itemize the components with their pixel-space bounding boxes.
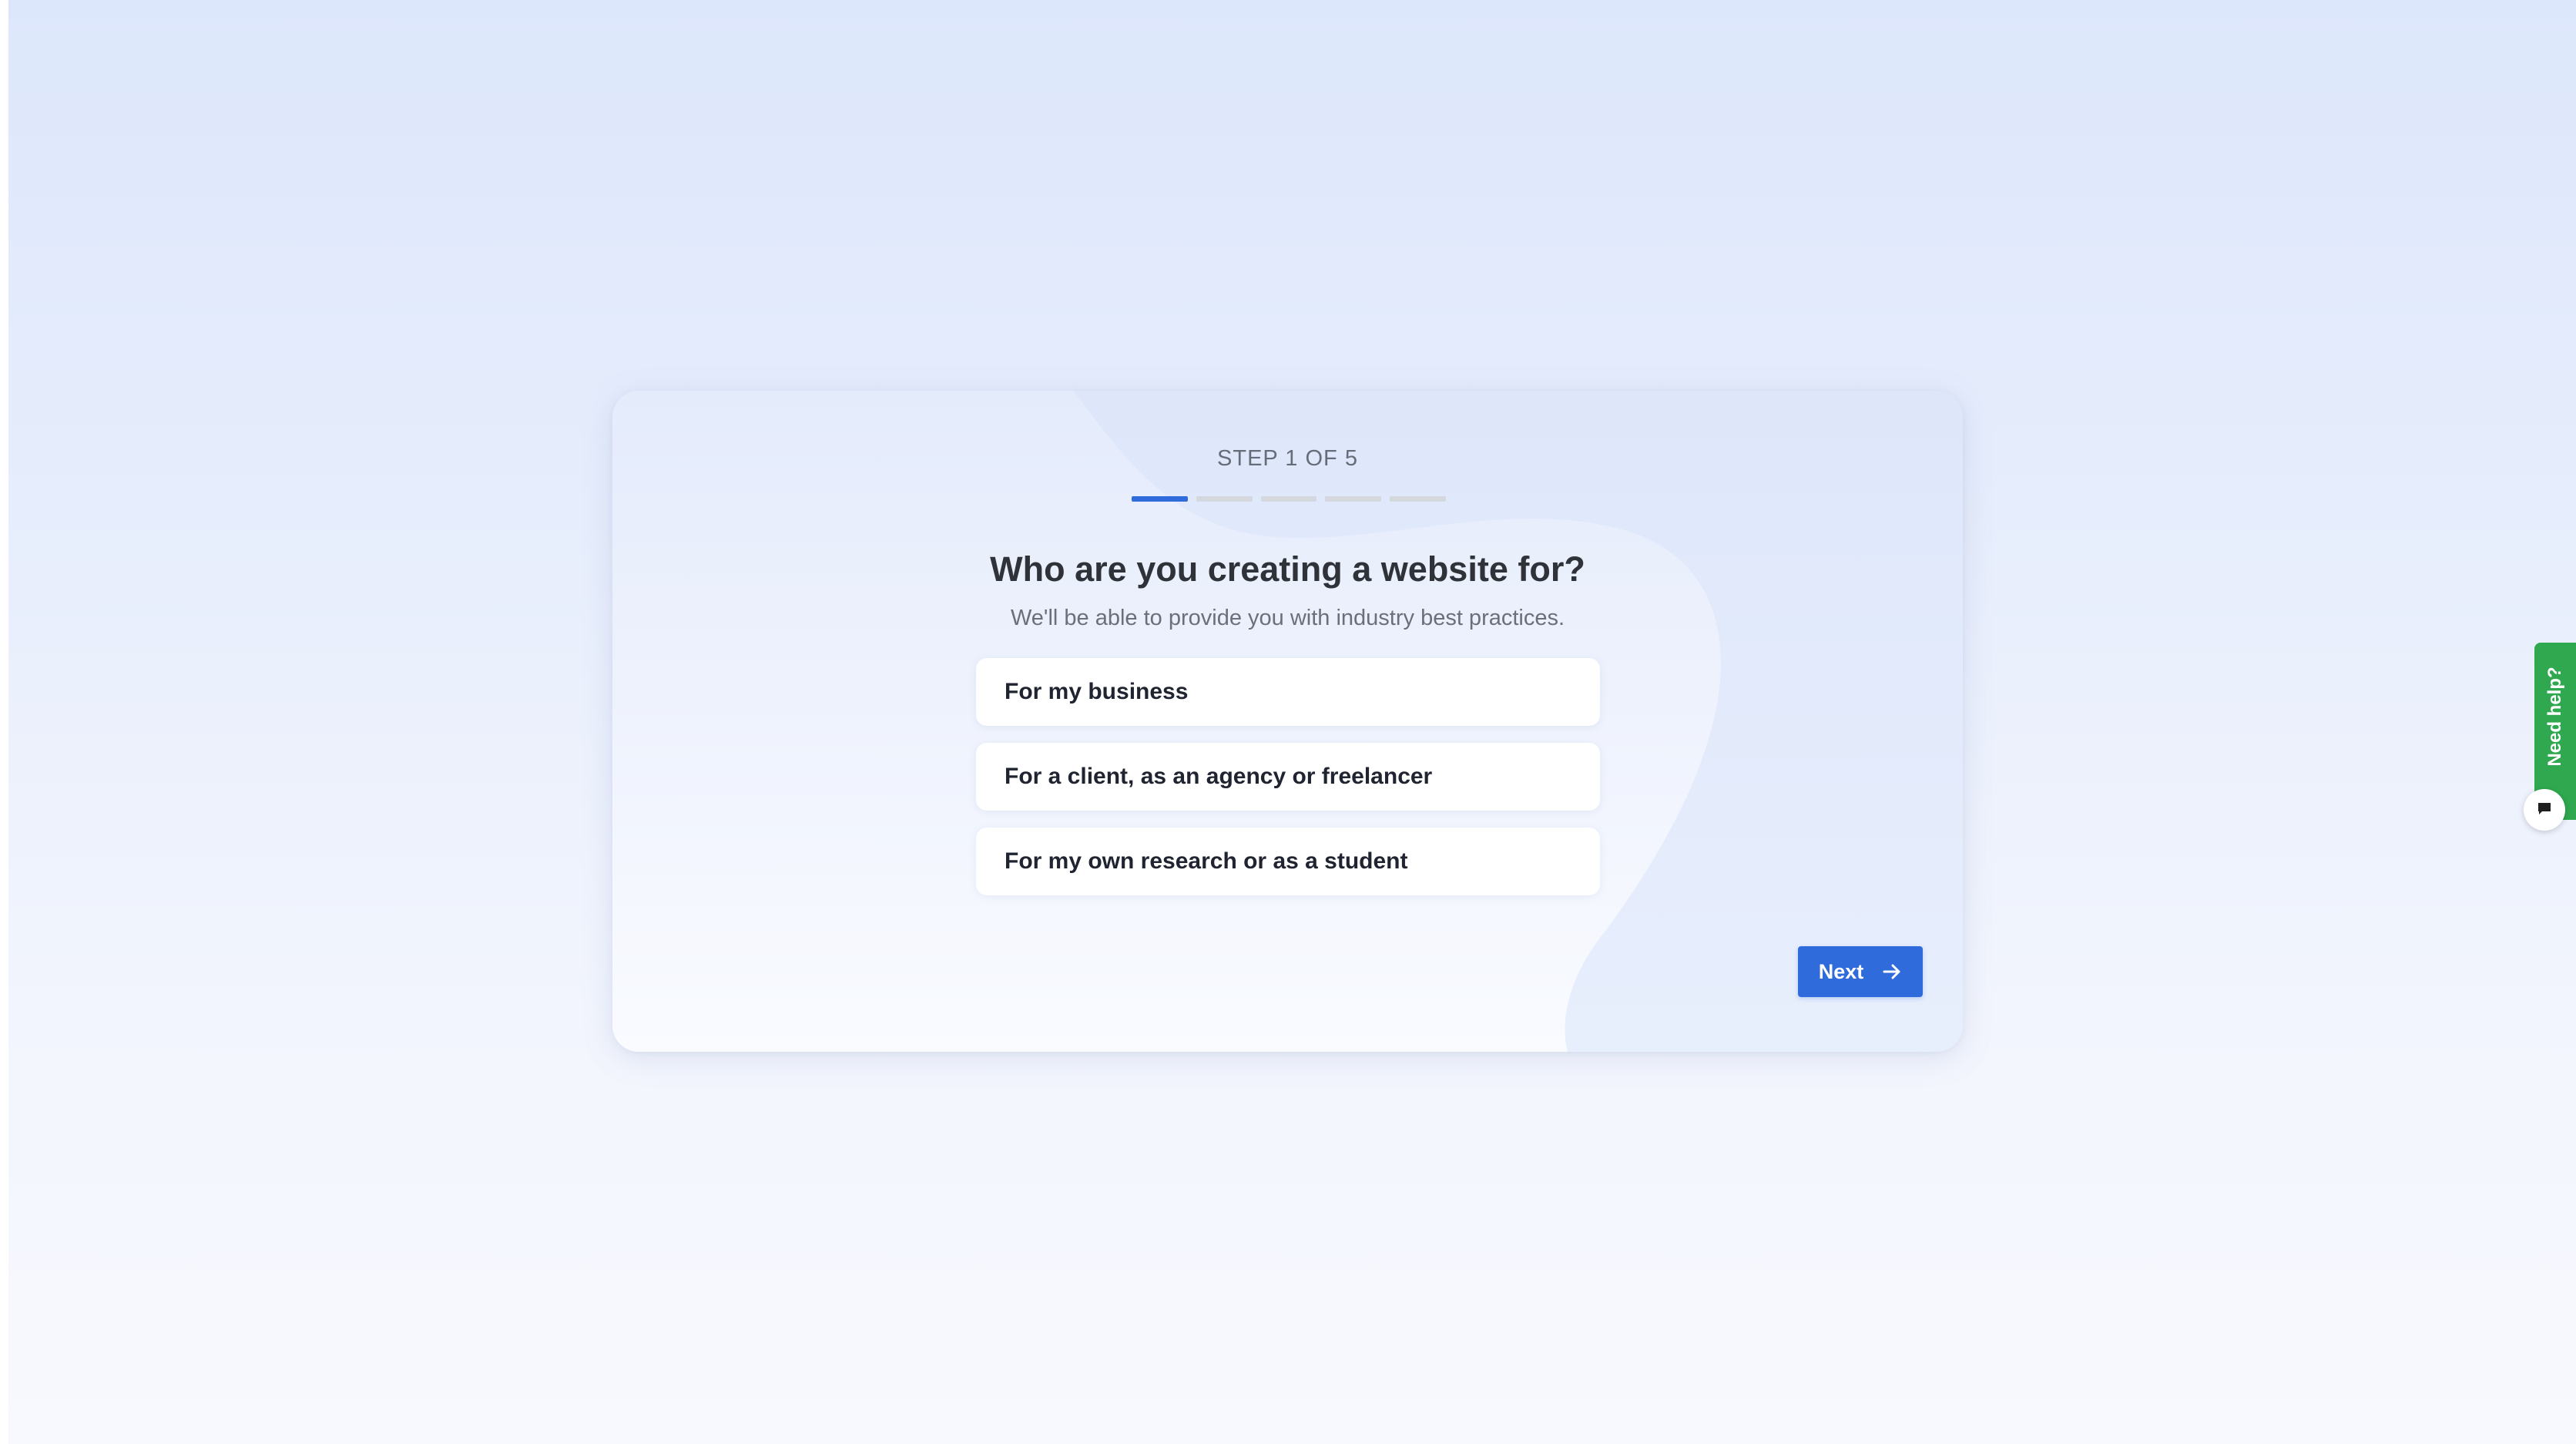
option-label: For a client, as an agency or freelancer <box>1005 764 1433 789</box>
chat-button[interactable] <box>2524 789 2565 831</box>
progress-step-5 <box>1390 496 1446 502</box>
next-button-label: Next <box>1818 959 1864 983</box>
onboarding-card: STEP 1 OF 5 Who are you creating a websi… <box>612 391 1963 1052</box>
progress-step-2 <box>1196 496 1253 502</box>
left-edge <box>0 0 8 1444</box>
option-label: For my business <box>1005 679 1189 704</box>
option-business[interactable]: For my business <box>976 658 1600 726</box>
chat-icon <box>2535 799 2554 821</box>
next-button[interactable]: Next <box>1798 946 1923 997</box>
answer-options: For my business For a client, as an agen… <box>976 658 1600 912</box>
option-research-student[interactable]: For my own research or as a student <box>976 828 1600 895</box>
progress-step-3 <box>1260 496 1317 502</box>
progress-step-4 <box>1325 496 1382 502</box>
question-subtitle: We'll be able to provide you with indust… <box>1010 606 1565 630</box>
progress-step-1 <box>1132 496 1188 502</box>
option-label: For my own research or as a student <box>1005 848 1408 874</box>
option-client-agency[interactable]: For a client, as an agency or freelancer <box>976 743 1600 811</box>
arrow-right-icon <box>1882 962 1902 982</box>
step-indicator: STEP 1 OF 5 <box>1217 446 1358 471</box>
question-title: Who are you creating a website for? <box>990 549 1585 589</box>
step-progress-bar <box>1132 496 1446 502</box>
need-help-label: Need help? <box>2544 667 2565 767</box>
